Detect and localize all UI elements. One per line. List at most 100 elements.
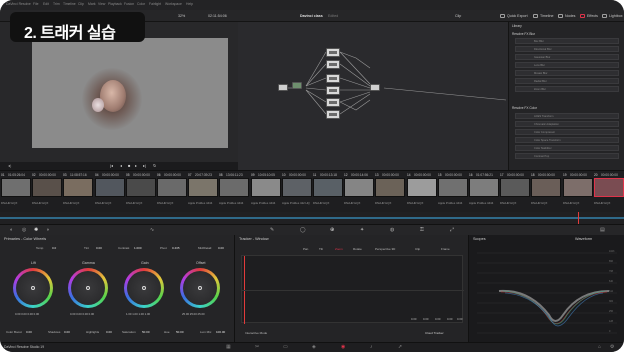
menu-item[interactable]: Edit [43, 2, 49, 6]
viewer-frame[interactable] [32, 38, 228, 148]
node-editor[interactable] [238, 22, 508, 170]
media-page-icon[interactable]: ▦ [226, 345, 231, 350]
layer-node[interactable] [326, 48, 340, 57]
menu-item[interactable]: Fairlight [149, 2, 161, 6]
clip-thumbnail[interactable] [157, 178, 187, 197]
corrector-node[interactable] [292, 82, 302, 89]
play-reverse-icon[interactable]: ◂ [120, 164, 122, 168]
tab-nodes[interactable]: Nodes [565, 14, 575, 19]
layer-node[interactable] [326, 86, 340, 95]
window-icon[interactable]: ◯ [300, 228, 306, 233]
fx-zoom-blur[interactable]: Zoom Blur [515, 86, 619, 92]
clip-thumbnail[interactable] [531, 178, 561, 197]
layer-mixer-node[interactable] [370, 84, 380, 91]
gain-wheel[interactable] [124, 268, 164, 308]
clip-thumbnail[interactable] [63, 178, 93, 197]
clip-thumbnail[interactable] [469, 178, 499, 197]
zoom-level[interactable]: 32% [178, 14, 185, 19]
library-section-blur[interactable]: Resolve FX Blur [512, 32, 535, 36]
pan-toggle[interactable]: Pan [303, 248, 308, 251]
clip-thumbnail[interactable] [251, 178, 281, 197]
tracker-type-select[interactable]: Cloud Tracker [425, 332, 444, 335]
tracker-graph[interactable] [241, 255, 464, 324]
offset-wheel[interactable] [180, 268, 220, 308]
clip-selector[interactable]: Clip [455, 14, 461, 19]
clip-thumbnail[interactable] [594, 178, 624, 197]
menu-item[interactable]: Trim [53, 2, 60, 6]
fx-color-space-transform[interactable]: Color Space Transform [515, 137, 619, 143]
skip-back-icon[interactable]: |◂ [110, 164, 113, 168]
scope-mode-select[interactable]: Waveform [575, 237, 592, 242]
audio-icon[interactable]: ◂) [8, 164, 11, 168]
rotate-toggle[interactable]: Rotate [353, 248, 362, 251]
middetail-value[interactable]: 0.00 [218, 247, 224, 250]
home-icon[interactable]: ⌂ [598, 345, 601, 350]
qualifier-icon[interactable]: ✎ [270, 228, 274, 233]
clip-thumbnail[interactable] [407, 178, 437, 197]
library-section-color[interactable]: Resolve FX Color [512, 106, 537, 110]
tab-lightbox[interactable]: Lightbox [609, 14, 623, 19]
clip-thumbnail[interactable] [563, 178, 593, 197]
shadows-value[interactable]: 0.00 [64, 331, 70, 334]
fx-mosaic-blur[interactable]: Mosaic Blur [515, 70, 619, 76]
clip-thumbnail[interactable] [282, 178, 312, 197]
contrast-value[interactable]: 1.000 [134, 247, 142, 250]
clip-thumbnail[interactable] [219, 178, 249, 197]
tab-timeline[interactable]: Timeline [540, 14, 553, 19]
fx-contrast-pop[interactable]: Contrast Pop [515, 153, 619, 159]
clip-thumbnail[interactable] [438, 178, 468, 197]
deliver-page-icon[interactable]: ➚ [398, 345, 402, 350]
zoom-toggle[interactable]: Zoom [335, 248, 343, 251]
play-icon[interactable]: ▸ [135, 164, 137, 168]
clip-thumbnail[interactable] [500, 178, 530, 197]
menu-item[interactable]: Workspace [165, 2, 182, 6]
blur-icon[interactable]: ◍ [390, 228, 394, 233]
clip-mode[interactable]: Clip [415, 248, 420, 251]
loop-icon[interactable]: ↻ [153, 164, 156, 168]
layer-node[interactable] [326, 98, 340, 107]
clip-thumbnail[interactable] [375, 178, 405, 197]
color-wheels-icon[interactable]: ✺ [34, 228, 38, 233]
layer-node[interactable] [326, 60, 340, 69]
skip-forward-icon[interactable]: ▸| [143, 164, 146, 168]
gamma-wheel[interactable] [68, 268, 108, 308]
playhead[interactable] [578, 212, 579, 224]
frame-mode[interactable]: Frame [441, 248, 450, 251]
temp-value[interactable]: 0.0 [52, 247, 56, 250]
lift-wheel[interactable] [13, 268, 53, 308]
offset-values[interactable]: 25.00 25.00 25.00 [182, 312, 205, 316]
cut-page-icon[interactable]: ✂ [255, 345, 259, 350]
colorboost-value[interactable]: 0.00 [26, 331, 32, 334]
fx-directional-blur[interactable]: Directional Blur [515, 46, 619, 52]
settings-icon[interactable]: ⚙ [610, 345, 614, 350]
curves-icon[interactable]: ∿ [150, 228, 154, 233]
menu-item[interactable]: Clip [78, 2, 84, 6]
scopes-icon[interactable]: ▤ [600, 228, 605, 233]
fx-gaussian-blur[interactable]: Gaussian Blur [515, 54, 619, 60]
quick-export-button[interactable]: Quick Export [507, 14, 528, 19]
tracker-icon[interactable]: ⊕ [330, 228, 334, 233]
color-match-icon[interactable]: ◎ [22, 228, 26, 233]
clip-thumbnail[interactable] [1, 178, 31, 197]
fx-aces-transform[interactable]: ACES Transform [515, 113, 619, 119]
clip-thumbnail[interactable] [95, 178, 125, 197]
fx-chromatic-adaptation[interactable]: Chromatic Adaptation [515, 121, 619, 127]
menu-item[interactable]: Fusion [124, 2, 134, 6]
hue-value[interactable]: 50.00 [176, 331, 184, 334]
tilt-toggle[interactable]: Tilt [319, 248, 323, 251]
menu-item[interactable]: View [98, 2, 105, 6]
menu-item[interactable]: Mark [88, 2, 96, 6]
clip-thumbnail[interactable] [313, 178, 343, 197]
mini-timeline[interactable] [0, 212, 624, 224]
tint-value[interactable]: 0.00 [96, 247, 102, 250]
tab-effects[interactable]: Effects [587, 14, 598, 19]
source-node[interactable] [278, 84, 288, 91]
fx-color-compressor[interactable]: Color Compressor [515, 129, 619, 135]
clip-thumbnail[interactable] [32, 178, 62, 197]
menu-item[interactable]: File [33, 2, 38, 6]
gamma-values[interactable]: 0.00 0.00 0.00 0.00 [70, 312, 94, 316]
fusion-page-icon[interactable]: ◈ [312, 345, 316, 350]
menu-item[interactable]: DaVinci Resolve [6, 2, 31, 6]
sizing-icon[interactable]: ⤢ [450, 228, 454, 233]
color-page-icon[interactable]: ◉ [341, 345, 345, 350]
